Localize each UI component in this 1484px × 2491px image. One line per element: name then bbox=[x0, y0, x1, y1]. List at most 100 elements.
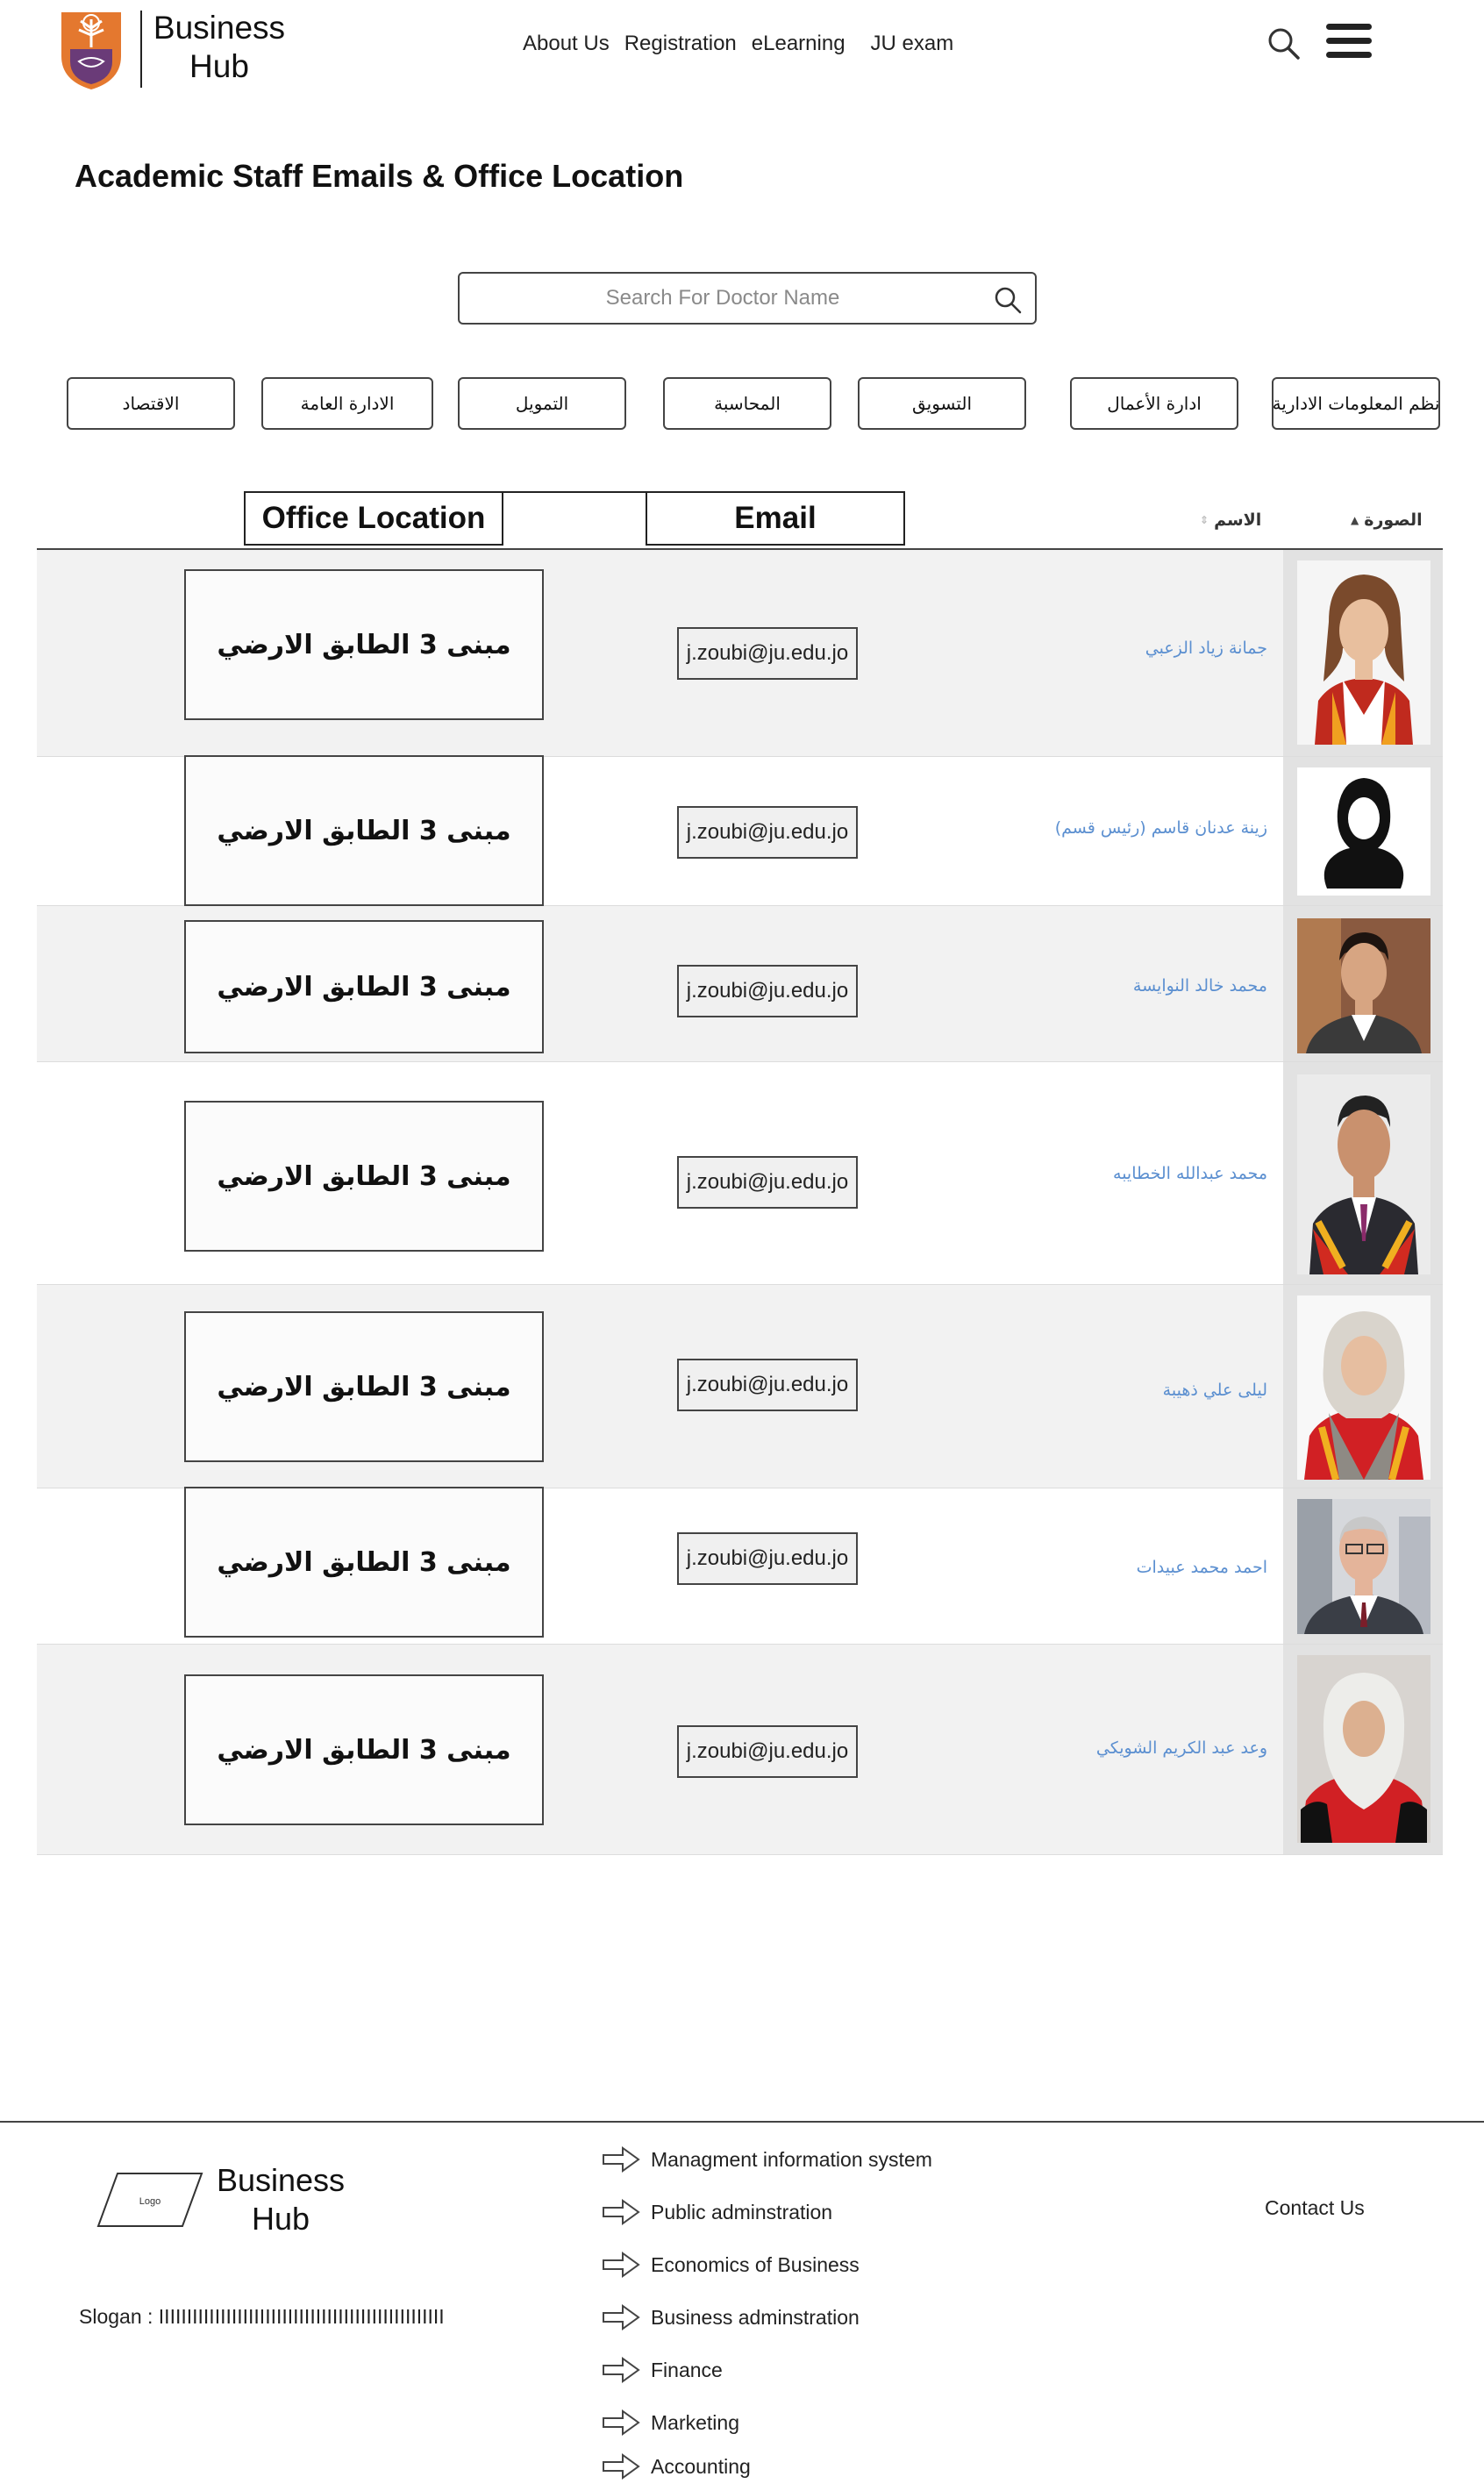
col-header-office-location: Office Location bbox=[244, 491, 503, 546]
table-row: جمانة زياد الزعبي j.zoubi@ju.edu.jo مبنى… bbox=[37, 550, 1443, 757]
arrow-right-icon bbox=[603, 2146, 640, 2173]
search-icon[interactable] bbox=[993, 285, 1023, 315]
table-row: محمد عبدالله الخطايبه j.zoubi@ju.edu.jo … bbox=[37, 1062, 1443, 1285]
staff-email[interactable]: j.zoubi@ju.edu.jo bbox=[677, 1156, 858, 1209]
arrow-right-icon bbox=[603, 2357, 640, 2383]
table-row: زينة عدنان قاسم (رئيس قسم) j.zoubi@ju.ed… bbox=[37, 755, 1443, 906]
sort-asc-icon: ▲ bbox=[1351, 514, 1359, 526]
staff-photo bbox=[1297, 1655, 1430, 1843]
brand-divider bbox=[140, 11, 142, 88]
col-header-photo-label: الصورة bbox=[1364, 510, 1423, 530]
photo-cell bbox=[1283, 906, 1443, 1061]
col-header-photo[interactable]: الصورة ▲ bbox=[1351, 510, 1423, 530]
staff-office-location: مبنى 3 الطابق الارضي bbox=[184, 1101, 544, 1252]
footer-link-accounting[interactable]: Accounting bbox=[602, 2453, 1005, 2480]
footer-brand-name: Business Hub bbox=[214, 2161, 347, 2238]
arrow-right-icon bbox=[603, 2252, 640, 2278]
photo-cell bbox=[1283, 550, 1443, 756]
staff-name-link[interactable]: محمد عبدالله الخطايبه bbox=[1113, 1164, 1267, 1183]
photo-cell bbox=[1283, 757, 1443, 905]
staff-office-location: مبنى 3 الطابق الارضي bbox=[184, 1487, 544, 1638]
footer-logo: Logo bbox=[96, 2173, 203, 2227]
header-connector-line bbox=[503, 491, 646, 493]
staff-email[interactable]: j.zoubi@ju.edu.jo bbox=[677, 1725, 858, 1778]
table-row: وعد عبد الكريم الشويكي j.zoubi@ju.edu.jo… bbox=[37, 1645, 1443, 1855]
footer-link-mis[interactable]: Managment information system bbox=[602, 2146, 1005, 2173]
staff-name-link[interactable]: وعد عبد الكريم الشويكي bbox=[1096, 1738, 1267, 1758]
staff-email[interactable]: j.zoubi@ju.edu.jo bbox=[677, 627, 858, 680]
staff-photo bbox=[1297, 1499, 1430, 1634]
footer-link-finance[interactable]: Finance bbox=[602, 2357, 1005, 2383]
staff-email[interactable]: j.zoubi@ju.edu.jo bbox=[677, 1532, 858, 1585]
staff-photo-placeholder bbox=[1297, 767, 1430, 896]
nav-about-us[interactable]: About Us bbox=[523, 32, 610, 56]
staff-email[interactable]: j.zoubi@ju.edu.jo bbox=[677, 1359, 858, 1411]
staff-email[interactable]: j.zoubi@ju.edu.jo bbox=[677, 965, 858, 1017]
footer-link-label: Marketing bbox=[651, 2410, 739, 2434]
footer-link-public-admin[interactable]: Public adminstration bbox=[602, 2199, 1005, 2225]
brand-line-1: Business bbox=[153, 10, 286, 46]
footer-link-label: Economics of Business bbox=[651, 2252, 860, 2276]
footer-slogan: Slogan : IIIIIIIIIIIIIIIIIIIIIIIIIIIIIII… bbox=[79, 2305, 445, 2328]
staff-office-location: مبنى 3 الطابق الارضي bbox=[184, 1311, 544, 1462]
footer-link-marketing[interactable]: Marketing bbox=[602, 2409, 1005, 2436]
staff-office-location: مبنى 3 الطابق الارضي bbox=[184, 920, 544, 1053]
col-header-name[interactable]: الاسم ⇕ bbox=[1200, 510, 1261, 530]
brand-name[interactable]: Business Hub bbox=[151, 9, 288, 86]
footer-link-label: Finance bbox=[651, 2358, 723, 2381]
footer-contact-us-link[interactable]: Contact Us bbox=[1265, 2196, 1365, 2220]
staff-name-link[interactable]: زينة عدنان قاسم (رئيس قسم) bbox=[1055, 818, 1267, 838]
footer-link-label: Accounting bbox=[651, 2454, 751, 2478]
footer-link-label: Public adminstration bbox=[651, 2200, 833, 2223]
staff-photo bbox=[1297, 560, 1430, 745]
staff-name-link[interactable]: محمد خالد النوايسة bbox=[1133, 976, 1267, 996]
col-header-name-label: الاسم bbox=[1214, 510, 1262, 530]
dept-filter-public-admin[interactable]: الادارة العامة bbox=[261, 377, 433, 430]
dept-filter-finance[interactable]: التمويل bbox=[458, 377, 626, 430]
photo-cell bbox=[1283, 1645, 1443, 1854]
dept-filter-mis[interactable]: نظم المعلومات الادارية bbox=[1272, 377, 1440, 430]
brand-line-2: Hub bbox=[189, 48, 249, 84]
university-logo bbox=[61, 12, 121, 89]
page-title: Academic Staff Emails & Office Location bbox=[75, 158, 684, 194]
table-row: محمد خالد النوايسة j.zoubi@ju.edu.jo مبن… bbox=[37, 906, 1443, 1062]
nav-ju-exam[interactable]: JU exam bbox=[871, 32, 954, 56]
footer-divider bbox=[0, 2121, 1484, 2123]
hamburger-menu-icon[interactable] bbox=[1326, 24, 1372, 59]
dept-filter-marketing[interactable]: التسويق bbox=[858, 377, 1026, 430]
staff-email[interactable]: j.zoubi@ju.edu.jo bbox=[677, 806, 858, 859]
dept-filter-accounting[interactable]: المحاسبة bbox=[663, 377, 831, 430]
dept-filter-business-admin[interactable]: ادارة الأعمال bbox=[1070, 377, 1238, 430]
arrow-right-icon bbox=[603, 2409, 640, 2436]
main-nav: About Us Registration eLearning JU exam bbox=[523, 30, 953, 58]
staff-photo bbox=[1297, 1074, 1430, 1274]
sort-toggle-icon: ⇕ bbox=[1200, 514, 1209, 526]
footer-link-business-admin[interactable]: Business adminstration bbox=[602, 2304, 1005, 2330]
col-header-email: Email bbox=[646, 491, 905, 546]
nav-elearning[interactable]: eLearning bbox=[752, 32, 845, 56]
nav-registration[interactable]: Registration bbox=[624, 32, 737, 56]
arrow-right-icon bbox=[603, 2199, 640, 2225]
arrow-right-icon bbox=[603, 2453, 640, 2480]
footer-link-label: Business adminstration bbox=[651, 2305, 860, 2329]
footer-brand-line-2: Hub bbox=[251, 2201, 310, 2237]
footer-link-label: Managment information system bbox=[651, 2147, 932, 2171]
photo-cell bbox=[1283, 1062, 1443, 1284]
staff-name-link[interactable]: جمانة زياد الزعبي bbox=[1145, 639, 1267, 658]
photo-cell bbox=[1283, 1285, 1443, 1488]
staff-photo bbox=[1297, 1295, 1430, 1480]
table-row: احمد محمد عبيدات j.zoubi@ju.edu.jo مبنى … bbox=[37, 1487, 1443, 1645]
arrow-right-icon bbox=[603, 2304, 640, 2330]
table-row: ليلى علي ذهيبة j.zoubi@ju.edu.jo مبنى 3 … bbox=[37, 1285, 1443, 1488]
search-icon[interactable] bbox=[1265, 25, 1303, 63]
staff-office-location: مبنى 3 الطابق الارضي bbox=[184, 755, 544, 906]
dept-filter-economics[interactable]: الاقتصاد bbox=[67, 377, 235, 430]
photo-cell bbox=[1283, 1488, 1443, 1644]
footer-link-economics[interactable]: Economics of Business bbox=[602, 2252, 1005, 2278]
staff-name-link[interactable]: احمد محمد عبيدات bbox=[1137, 1558, 1267, 1577]
doctor-search-box[interactable] bbox=[458, 272, 1037, 325]
staff-office-location: مبنى 3 الطابق الارضي bbox=[184, 1674, 544, 1825]
staff-name-link[interactable]: ليلى علي ذهيبة bbox=[1163, 1381, 1267, 1400]
staff-office-location: مبنى 3 الطابق الارضي bbox=[184, 569, 544, 720]
doctor-search-input[interactable] bbox=[468, 281, 977, 316]
